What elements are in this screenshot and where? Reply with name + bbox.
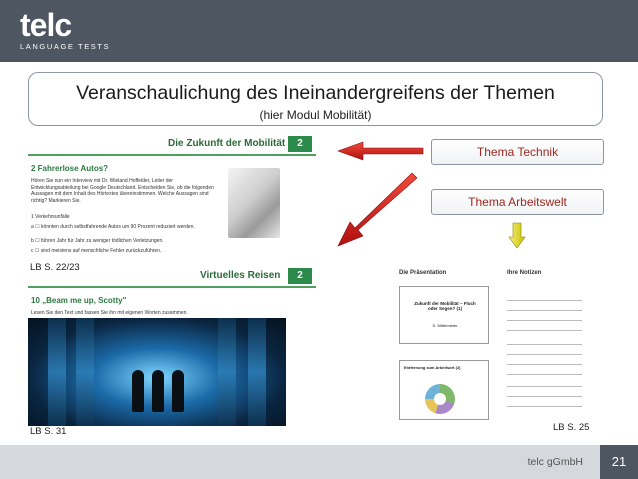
red-arrow-diagonal (337, 172, 418, 247)
yellow-arrow-down (508, 222, 526, 249)
topic-box-technik: Thema Technik (431, 139, 604, 165)
presentation-heading: Die Präsentation (399, 270, 447, 276)
footer-bar: telc gGmbH 21 (0, 445, 638, 479)
donut-chart-image (425, 384, 455, 414)
slide-thumbnail-1-title: Zukunft der Mobilität – Fluch oder Segen… (414, 301, 476, 311)
slide-thumbnail-1-author: S. Mittermeier (432, 323, 458, 328)
slide-thumbnail-1: Zukunft der Mobilität – Fluch oder Segen… (399, 286, 489, 344)
footer-company: telc gGmbH (527, 456, 583, 468)
slide-number: 21 (600, 445, 638, 479)
page-label-25: LB S. 25 (553, 422, 590, 433)
topic-box-arbeitswelt: Thema Arbeitswelt (431, 189, 604, 215)
textbook-page-right: Die Präsentation Ihre Notizen Zukunft de… (395, 262, 598, 433)
slide-thumbnail-2-title: Entfernung zum Arbeitsort (2) (404, 365, 461, 370)
notes-heading: Ihre Notizen (507, 270, 542, 276)
red-arrow-left (337, 141, 424, 161)
